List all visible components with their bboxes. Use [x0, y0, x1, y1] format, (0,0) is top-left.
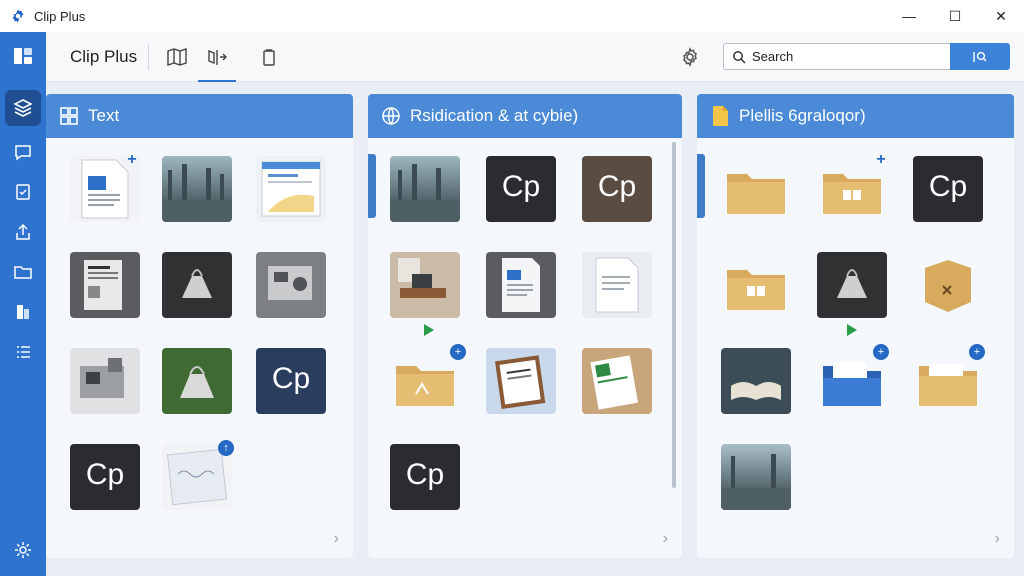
- chevron-right-icon[interactable]: ›: [334, 530, 339, 548]
- columns-icon[interactable]: [5, 294, 41, 330]
- toolbar-divider: [148, 44, 149, 70]
- app-logo-icon: [10, 8, 26, 24]
- panel-header: Rsidication & at cybie): [368, 94, 682, 138]
- globe-icon: [380, 105, 402, 127]
- cp-logo-tile[interactable]: Cp: [70, 444, 140, 510]
- gear-icon[interactable]: [678, 45, 702, 69]
- search-box: [723, 43, 951, 70]
- cp-logo-text: Cp: [271, 362, 311, 395]
- search-input[interactable]: [752, 49, 942, 64]
- cp-logo-text: Cp: [501, 170, 541, 203]
- chevron-right-icon[interactable]: ›: [995, 530, 1000, 548]
- cp-logo-text: Cp: [85, 458, 125, 491]
- folder-thumbnail[interactable]: [721, 156, 791, 222]
- panel-documents: Plellis 6graloqor) + Cp + + ›: [697, 94, 1014, 558]
- add-badge-icon[interactable]: +: [873, 344, 889, 360]
- book-photo-thumbnail[interactable]: [721, 348, 791, 414]
- panel-scrollbar[interactable]: [672, 142, 676, 488]
- add-badge-icon[interactable]: +: [969, 344, 985, 360]
- cp-logo-text: Cp: [928, 170, 968, 203]
- folder-icon[interactable]: [5, 254, 41, 290]
- panel-title: Plellis 6graloqor): [739, 106, 866, 125]
- screenshot-thumbnail[interactable]: [256, 156, 326, 222]
- document-thumbnail[interactable]: [582, 252, 652, 318]
- upload-badge-icon[interactable]: ↑: [218, 440, 234, 456]
- window-controls: — ☐ ✕: [886, 0, 1024, 32]
- office-photo-thumbnail[interactable]: [390, 252, 460, 318]
- folder-thumbnail[interactable]: [721, 252, 791, 318]
- panel-scroll-indicator[interactable]: [697, 154, 705, 218]
- clipboard-icon[interactable]: [252, 42, 286, 72]
- cp-logo-tile[interactable]: Cp: [390, 444, 460, 510]
- photo-thumbnail[interactable]: [162, 156, 232, 222]
- layers-icon[interactable]: [5, 90, 41, 126]
- top-toolbar: Clip Plus: [46, 32, 1024, 82]
- add-icon[interactable]: +: [124, 152, 140, 168]
- maximize-button[interactable]: ☐: [932, 0, 978, 32]
- scanned-page-thumbnail[interactable]: [70, 252, 140, 318]
- panel-text: Text + Cp Cp ↑ ›: [46, 94, 353, 558]
- document-thumbnail[interactable]: [486, 252, 556, 318]
- add-icon[interactable]: +: [873, 152, 889, 168]
- bag-photo-thumbnail[interactable]: [817, 252, 887, 318]
- cp-logo-tile[interactable]: Cp: [256, 348, 326, 414]
- comment-icon[interactable]: [5, 134, 41, 170]
- checklist-icon[interactable]: [5, 174, 41, 210]
- bag-photo-thumbnail[interactable]: [162, 348, 232, 414]
- toolbar-app-name: Clip Plus: [70, 47, 138, 66]
- settings-icon[interactable]: [5, 532, 41, 568]
- panel-header: Plellis 6graloqor): [697, 94, 1014, 138]
- cp-logo-text: Cp: [405, 458, 445, 491]
- split-icon[interactable]: [198, 42, 236, 82]
- panel-header: Text: [46, 94, 353, 138]
- map-icon[interactable]: [160, 42, 194, 72]
- cp-logo-tile[interactable]: Cp: [486, 156, 556, 222]
- box-thumbnail[interactable]: [913, 252, 983, 318]
- list-icon[interactable]: [5, 334, 41, 370]
- grid-icon: [58, 105, 80, 127]
- panel-application: Rsidication & at cybie) Cp Cp + Cp ›: [368, 94, 682, 558]
- window-title: Clip Plus: [34, 8, 86, 24]
- folder-thumbnail[interactable]: [390, 348, 460, 414]
- photo-thumbnail[interactable]: [721, 444, 791, 510]
- cp-logo-tile[interactable]: Cp: [582, 156, 652, 222]
- search-icon: [732, 50, 746, 64]
- play-icon[interactable]: [424, 324, 434, 336]
- add-badge-icon[interactable]: +: [450, 344, 466, 360]
- machine-photo-thumbnail[interactable]: [256, 252, 326, 318]
- close-button[interactable]: ✕: [978, 0, 1024, 32]
- photo-thumbnail[interactable]: [390, 156, 460, 222]
- cp-logo-tile[interactable]: Cp: [913, 156, 983, 222]
- panel-title: Text: [88, 106, 120, 125]
- machine-photo-thumbnail[interactable]: [70, 348, 140, 414]
- cp-logo-text: Cp: [597, 170, 637, 203]
- upload-icon[interactable]: [5, 214, 41, 250]
- dashboard-icon[interactable]: [5, 38, 41, 74]
- spreadsheet-thumbnail[interactable]: [582, 348, 652, 414]
- panel-title: Rsidication & at cybie): [410, 106, 579, 125]
- left-rail: [0, 32, 46, 576]
- panel-scroll-indicator[interactable]: [368, 154, 376, 218]
- content-area: Text + Cp Cp ↑ › Rsidication & at cybie)…: [46, 82, 1024, 576]
- clipboard-thumbnail[interactable]: [486, 348, 556, 414]
- bag-photo-thumbnail[interactable]: [162, 252, 232, 318]
- document-icon: [709, 105, 731, 127]
- search-button[interactable]: [950, 43, 1010, 70]
- chevron-right-icon[interactable]: ›: [663, 530, 668, 548]
- title-bar: Clip Plus — ☐ ✕: [0, 0, 1024, 32]
- minimize-button[interactable]: —: [886, 0, 932, 32]
- play-icon[interactable]: [847, 324, 857, 336]
